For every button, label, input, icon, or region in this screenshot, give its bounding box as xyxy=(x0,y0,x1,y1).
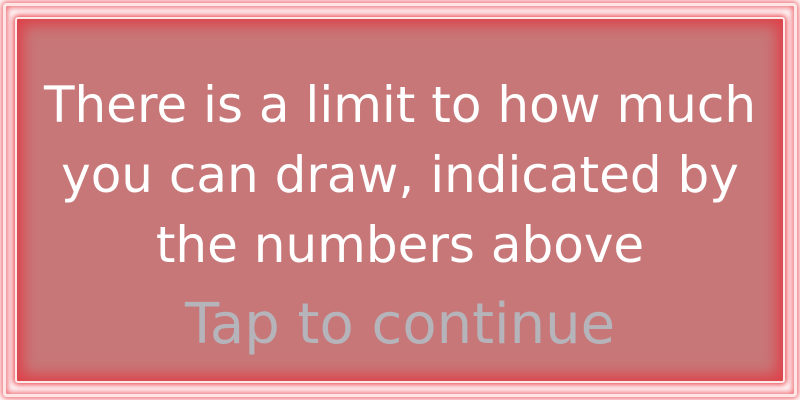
tutorial-screen[interactable]: There is a limit to how much you can dra… xyxy=(0,0,800,400)
message-line-2: you can draw, indicated by xyxy=(61,146,739,204)
tap-to-continue-prompt[interactable]: Tap to continue xyxy=(0,290,800,360)
message-line-3: the numbers above xyxy=(155,216,645,274)
tutorial-message: There is a limit to how much you can dra… xyxy=(0,70,800,280)
message-line-1: There is a limit to how much xyxy=(43,76,757,134)
